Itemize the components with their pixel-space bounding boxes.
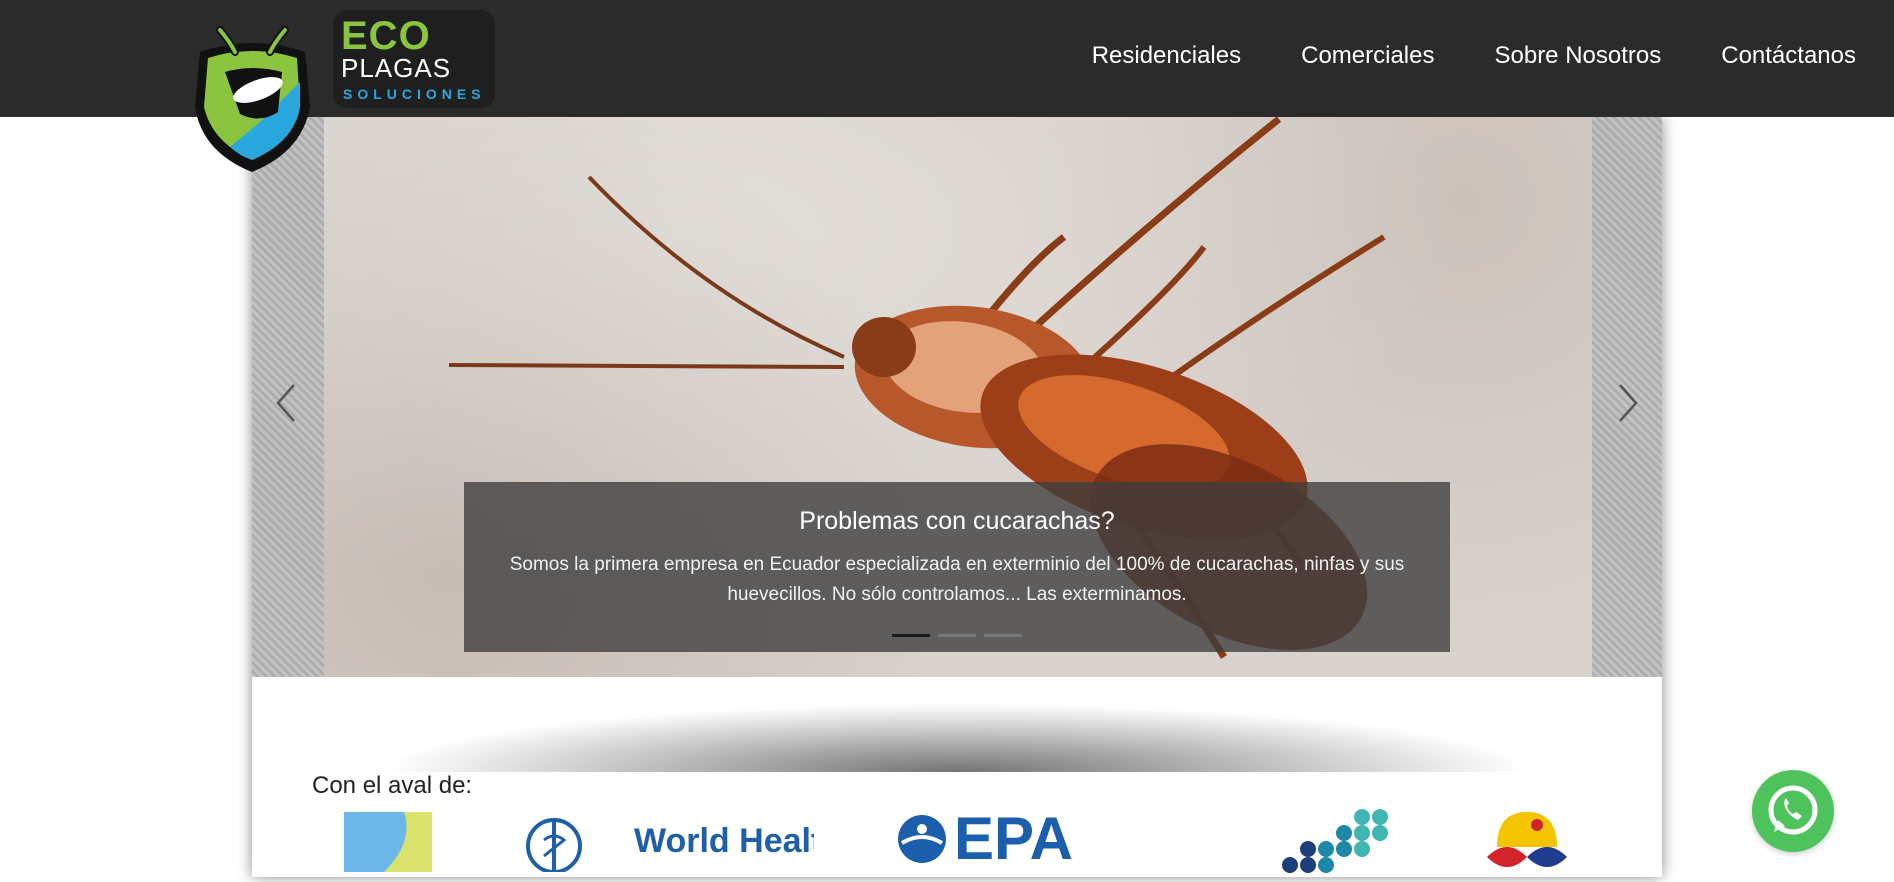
partner-logo-5[interactable] (1477, 807, 1577, 882)
who-logo-text: World Health (634, 822, 814, 860)
partner-logo-1[interactable] (344, 812, 434, 872)
content-panel: Problemas con cucarachas? Somos la prime… (252, 117, 1662, 877)
nav-residenciales[interactable]: Residenciales (1092, 40, 1241, 72)
nav-sobre-nosotros[interactable]: Sobre Nosotros (1494, 40, 1661, 72)
logo-soluciones-text: SOLUCIONES (343, 86, 486, 102)
carousel-indicator-2[interactable] (938, 634, 976, 637)
hero-carousel: Problemas con cucarachas? Somos la prime… (252, 117, 1662, 677)
aval-heading: Con el aval de: (312, 772, 473, 799)
whatsapp-button[interactable] (1752, 770, 1834, 852)
epa-logo-text: EPA (954, 807, 1073, 872)
epa-logo[interactable]: EPA (892, 807, 1082, 872)
who-logo[interactable]: World Health (524, 812, 814, 872)
logo-wordmark[interactable]: ECO PLAGAS SOLUCIONES (333, 10, 495, 108)
carousel-prev-button[interactable] (268, 379, 308, 427)
slide-caption: Problemas con cucarachas? Somos la prime… (464, 482, 1450, 652)
slide-title: Problemas con cucarachas? (799, 507, 1115, 535)
logo-eco-text: ECO (341, 14, 431, 58)
logo-bug-icon[interactable] (190, 12, 315, 177)
whatsapp-icon (1768, 785, 1818, 835)
main-nav: Residenciales Comerciales Sobre Nosotros… (1092, 40, 1856, 72)
carousel-indicators (464, 634, 1450, 637)
carousel-next-button[interactable] (1606, 379, 1646, 427)
slide-text: Somos la primera empresa en Ecuador espe… (509, 554, 1405, 605)
logo-plagas-text: PLAGAS (341, 53, 452, 83)
carousel-indicator-1[interactable] (892, 634, 930, 637)
nav-comerciales[interactable]: Comerciales (1301, 40, 1434, 72)
nav-contactanos[interactable]: Contáctanos (1721, 40, 1856, 72)
carousel-indicator-3[interactable] (984, 634, 1022, 637)
section-divider-shadow (282, 692, 1632, 772)
partner-logo-4[interactable] (1272, 807, 1402, 877)
